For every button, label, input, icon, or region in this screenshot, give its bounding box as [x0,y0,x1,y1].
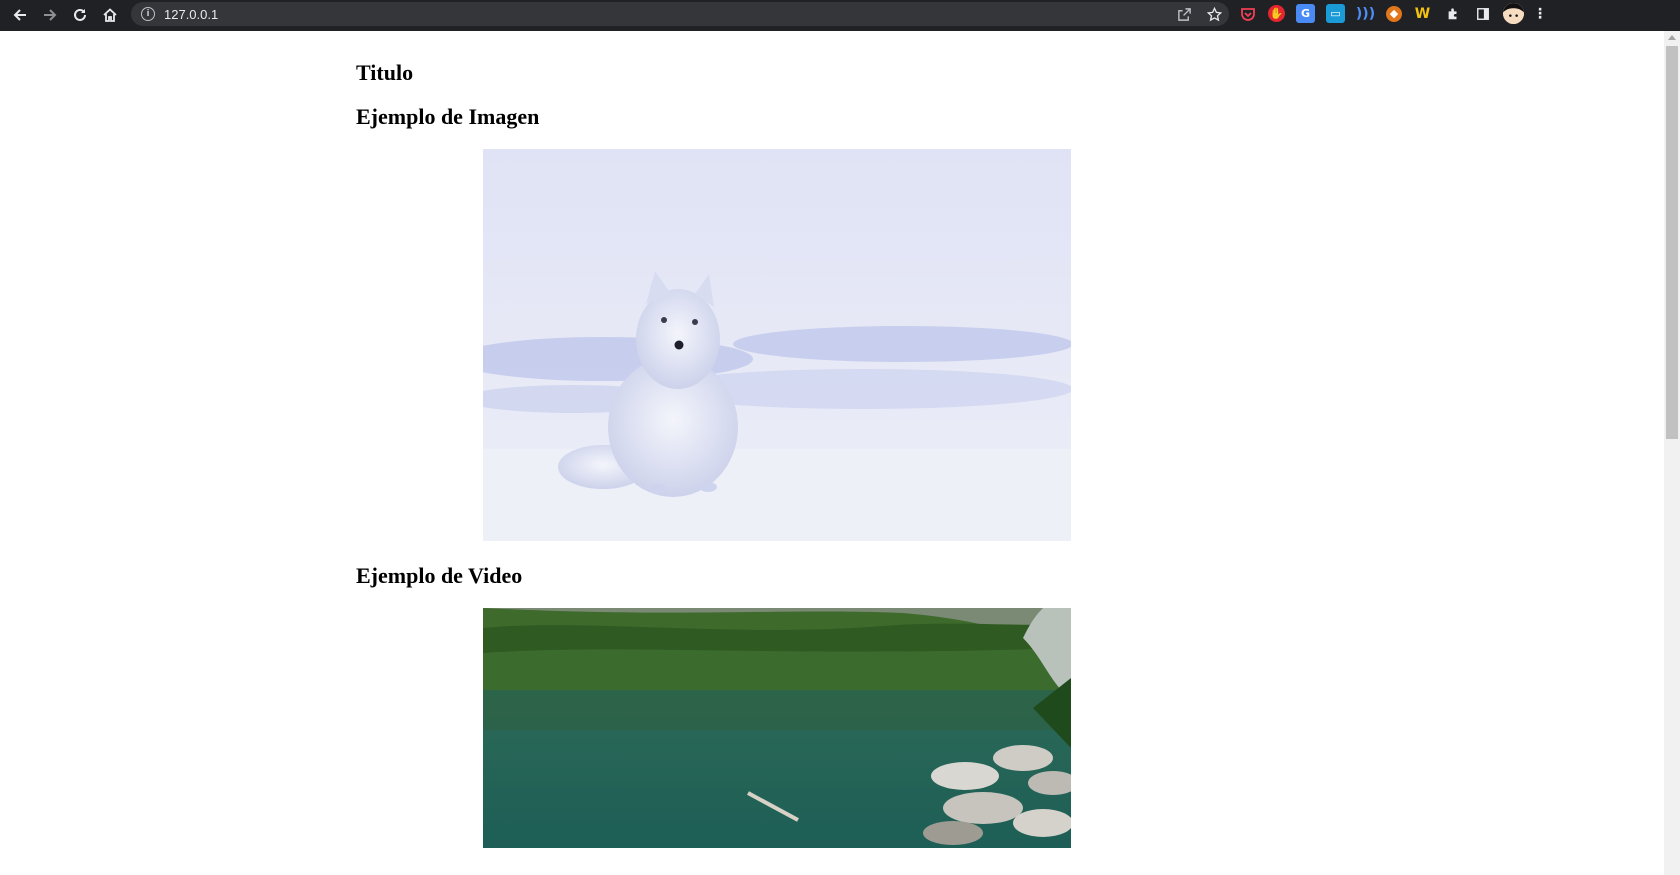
address-bar[interactable]: i 127.0.0.1 [131,2,1229,26]
video-section-title: Ejemplo de Video [356,563,523,588]
wifi-icon[interactable]: ))) [1356,4,1375,23]
extensions-bar: ✋ G ▭ ))) ◆ W ⋮ [1238,3,1547,24]
home-icon[interactable] [95,2,125,28]
scroll-thumb[interactable] [1666,46,1678,439]
metamask-icon[interactable]: ◆ [1386,5,1402,22]
vertical-scrollbar[interactable] [1664,31,1680,875]
scroll-up-arrow-icon[interactable] [1668,35,1676,40]
info-icon[interactable]: i [141,7,155,21]
adblock-icon[interactable]: ✋ [1268,5,1285,22]
image-section-title: Ejemplo de Imagen [356,104,540,129]
puzzle-icon[interactable] [1443,4,1462,23]
lake-video[interactable] [483,608,1071,848]
avatar[interactable] [1503,3,1524,24]
reload-icon[interactable] [65,2,95,28]
back-arrow-icon[interactable] [5,2,35,28]
translate-icon[interactable]: G [1296,4,1315,23]
page-title: Titulo [356,60,414,85]
share-icon[interactable] [1175,5,1193,23]
w-extension-icon[interactable]: W [1413,4,1432,23]
url-text[interactable]: 127.0.0.1 [164,7,218,22]
menu-icon[interactable]: ⋮ [1533,4,1547,23]
page-content: Titulo Ejemplo de Imagen Ejemplo de Vide… [356,31,1356,848]
browser-toolbar: i 127.0.0.1 ✋ G ▭ ))) ◆ W ⋮ [0,0,1680,31]
arctic-fox-image [483,149,1071,541]
sidebar-icon[interactable] [1473,4,1492,23]
star-icon[interactable] [1205,5,1223,23]
pocket-icon[interactable] [1238,4,1257,23]
forward-arrow-icon[interactable] [35,2,65,28]
screenshot-icon[interactable]: ▭ [1326,4,1345,23]
